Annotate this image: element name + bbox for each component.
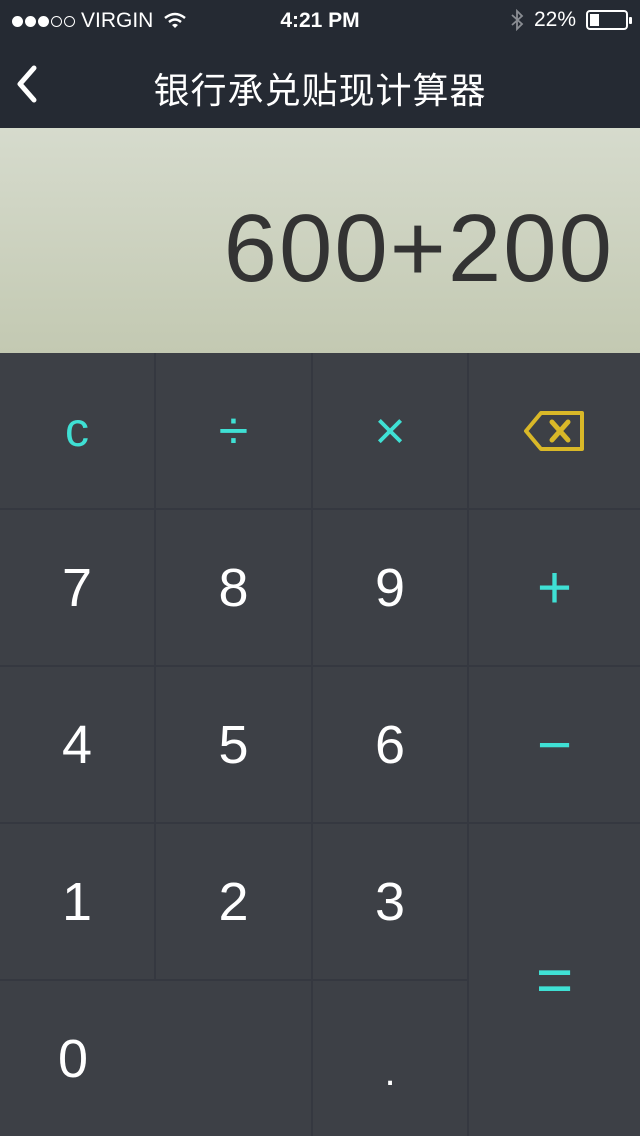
minus-label: −	[536, 711, 573, 778]
battery-percentage: 22%	[533, 8, 576, 31]
digit-2-button[interactable]: 2	[156, 824, 313, 981]
plus-button[interactable]: +	[469, 510, 640, 667]
bluetooth-icon	[511, 9, 524, 31]
digit-8-label: 8	[218, 557, 249, 618]
digit-6-button[interactable]: 6	[313, 667, 469, 824]
backspace-button[interactable]	[469, 353, 640, 510]
digit-1-button[interactable]: 1	[0, 824, 156, 981]
clear-button[interactable]: c	[0, 353, 156, 510]
digit-0-button[interactable]: 0	[0, 981, 313, 1136]
keypad: c ÷ × 7 8 9 + 4 5 6 − 1 2 3 = 0 .	[0, 353, 640, 1136]
digit-4-button[interactable]: 4	[0, 667, 156, 824]
status-right: 22%	[510, 8, 632, 32]
display-expression: 600+200	[223, 195, 614, 302]
page-title: 银行承兑贴现计算器	[153, 70, 487, 111]
digit-9-button[interactable]: 9	[313, 510, 469, 667]
digit-7-button[interactable]: 7	[0, 510, 156, 667]
digit-6-label: 6	[374, 714, 406, 775]
digit-9-label: 9	[374, 557, 406, 618]
divide-label: ÷	[218, 400, 249, 461]
digit-2-label: 2	[218, 871, 249, 932]
digit-7-label: 7	[61, 557, 93, 618]
equals-label: =	[535, 944, 574, 1016]
digit-1-label: 1	[61, 871, 93, 932]
equals-button[interactable]: =	[469, 824, 640, 1136]
plus-label: +	[536, 554, 573, 621]
calculator-display: 600+200	[0, 128, 640, 353]
digit-3-label: 3	[374, 871, 406, 932]
digit-5-label: 5	[218, 714, 249, 775]
status-bar: VIRGIN 4:21 PM 22%	[0, 0, 640, 40]
multiply-button[interactable]: ×	[313, 353, 469, 510]
clear-label: c	[65, 404, 89, 457]
digit-5-button[interactable]: 5	[156, 667, 313, 824]
decimal-button[interactable]: .	[313, 981, 469, 1136]
digit-3-button[interactable]: 3	[313, 824, 469, 981]
navigation-bar: 银行承兑贴现计算器	[0, 40, 640, 128]
minus-button[interactable]: −	[469, 667, 640, 824]
battery-icon	[586, 10, 632, 30]
divide-button[interactable]: ÷	[156, 353, 313, 510]
backspace-icon	[523, 410, 584, 451]
digit-4-label: 4	[61, 714, 93, 775]
digit-8-button[interactable]: 8	[156, 510, 313, 667]
decimal-label: .	[384, 1050, 396, 1094]
digit-0-label: 0	[58, 1028, 89, 1089]
multiply-label: ×	[374, 400, 406, 461]
